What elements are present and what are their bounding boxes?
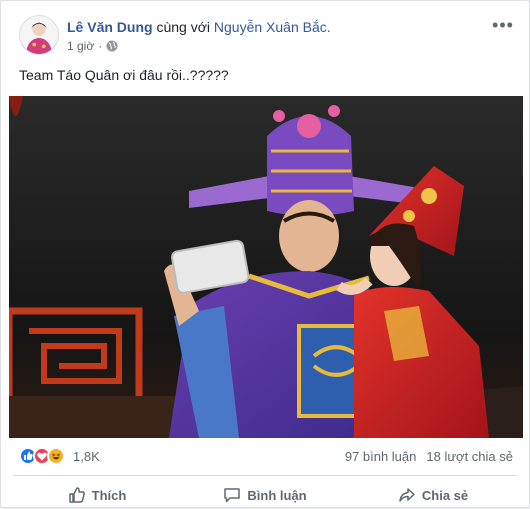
comment-button[interactable]: Bình luận <box>181 481 349 509</box>
reaction-count[interactable]: 1,8K <box>73 449 100 464</box>
share-count[interactable]: 18 lượt chia sẻ <box>426 449 513 464</box>
thumbs-up-icon <box>68 487 85 503</box>
share-label: Chia sẻ <box>421 487 469 503</box>
post-card: Lê Văn Dung cùng với Nguyễn Xuân Bắc. 1 … <box>0 0 530 508</box>
like-button[interactable]: Thích <box>13 481 181 509</box>
author-avatar[interactable] <box>19 15 59 55</box>
engagement-counts: 97 bình luận 18 lượt chia sẻ <box>345 449 513 464</box>
post-meta: 1 giờ · <box>67 39 118 53</box>
author-name[interactable]: Lê Văn Dung <box>67 19 153 35</box>
share-button[interactable]: Chia sẻ <box>349 481 517 509</box>
post-time[interactable]: 1 giờ <box>67 39 94 53</box>
post-stats: 1,8K 97 bình luận 18 lượt chia sẻ <box>19 445 513 467</box>
more-options-icon[interactable]: ••• <box>491 15 515 35</box>
haha-icon <box>47 447 65 465</box>
post-title-line: Lê Văn Dung cùng với Nguyễn Xuân Bắc. <box>67 18 331 36</box>
post-photo[interactable] <box>9 96 523 438</box>
like-label: Thích <box>91 487 127 503</box>
reaction-icons[interactable] <box>19 447 65 465</box>
post-header: Lê Văn Dung cùng với Nguyễn Xuân Bắc. 1 … <box>19 15 517 59</box>
comment-count[interactable]: 97 bình luận <box>345 449 417 464</box>
share-icon <box>399 488 415 502</box>
post-actions: Thích Bình luận Chia sẻ <box>13 481 517 509</box>
stats-divider <box>13 475 517 476</box>
post-caption: Team Táo Quân ơi đâu rồi..????? <box>19 67 229 83</box>
globe-icon[interactable] <box>106 40 118 52</box>
tagged-name[interactable]: Nguyễn Xuân Bắc. <box>214 19 331 35</box>
with-text: cùng với <box>156 19 210 35</box>
comment-label: Bình luận <box>247 487 307 503</box>
comment-icon <box>224 488 241 503</box>
